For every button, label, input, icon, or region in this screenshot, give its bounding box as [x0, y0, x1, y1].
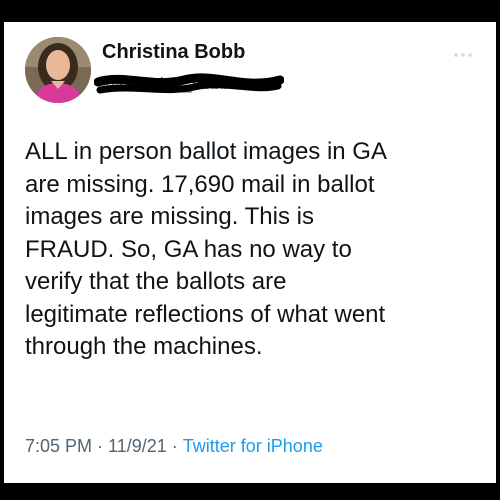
more-options-dots-icon[interactable] — [452, 50, 474, 60]
tweet-card: Christina Bobb @christina_bobb ALL in pe… — [4, 22, 496, 483]
meta-separator: · — [97, 436, 104, 456]
avatar[interactable] — [25, 37, 91, 103]
tweet-time[interactable]: 7:05 PM — [25, 436, 92, 456]
meta-separator: · — [171, 436, 178, 456]
tweet-date[interactable]: 11/9/21 — [108, 436, 167, 456]
author-display-name[interactable]: Christina Bobb — [102, 41, 245, 64]
tweet-metadata: 7:05 PM · 11/9/21 · Twitter for iPhone — [25, 436, 323, 457]
profile-photo-image — [25, 37, 91, 103]
tweet-text: ALL in person ballot images in GA are mi… — [25, 138, 387, 360]
tweet-source-link[interactable]: Twitter for iPhone — [183, 436, 323, 456]
handle-redaction-scribble — [94, 73, 284, 94]
